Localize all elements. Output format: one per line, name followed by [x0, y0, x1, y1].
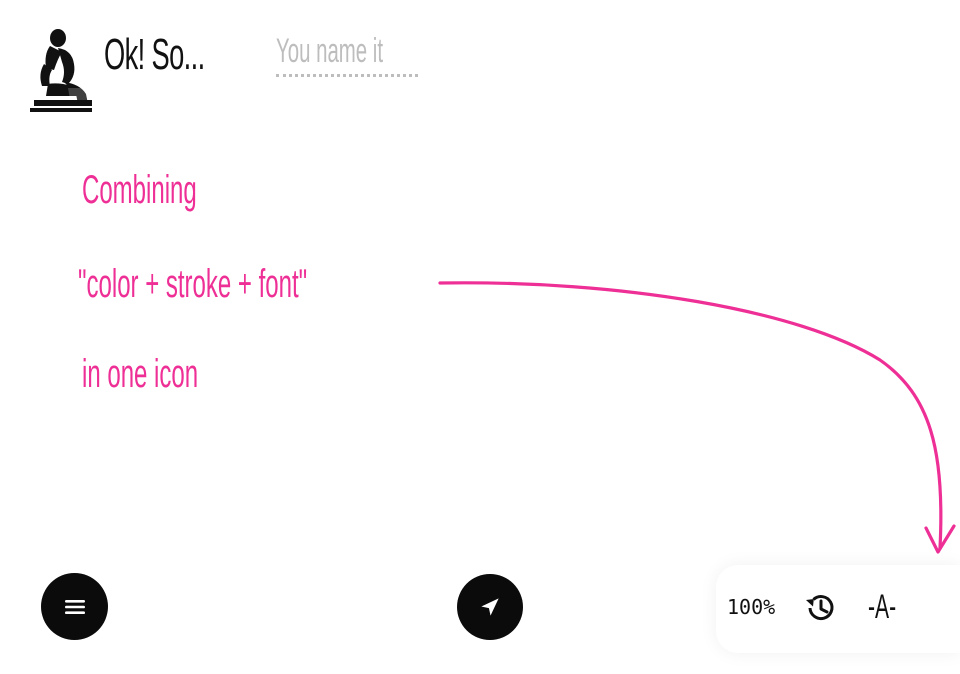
- navigate-button[interactable]: [457, 574, 523, 640]
- zoom-level[interactable]: 100%: [727, 595, 775, 619]
- font-style-button[interactable]: [862, 588, 912, 628]
- hamburger-menu-icon: [64, 599, 85, 614]
- content-line-3: in one icon: [82, 352, 199, 396]
- content-line-2: "color + stroke + font": [78, 262, 308, 306]
- content-line-1: Combining: [82, 168, 197, 212]
- menu-button[interactable]: [41, 573, 108, 640]
- navigation-arrow-icon: [481, 598, 499, 616]
- thinker-statue-icon: [28, 24, 98, 116]
- history-button[interactable]: [800, 588, 840, 628]
- name-input[interactable]: [276, 34, 418, 77]
- history-icon: [806, 595, 834, 621]
- page-title: Ok! So...: [104, 30, 205, 79]
- page: Ok! So... You name it Combining "color +…: [0, 0, 960, 674]
